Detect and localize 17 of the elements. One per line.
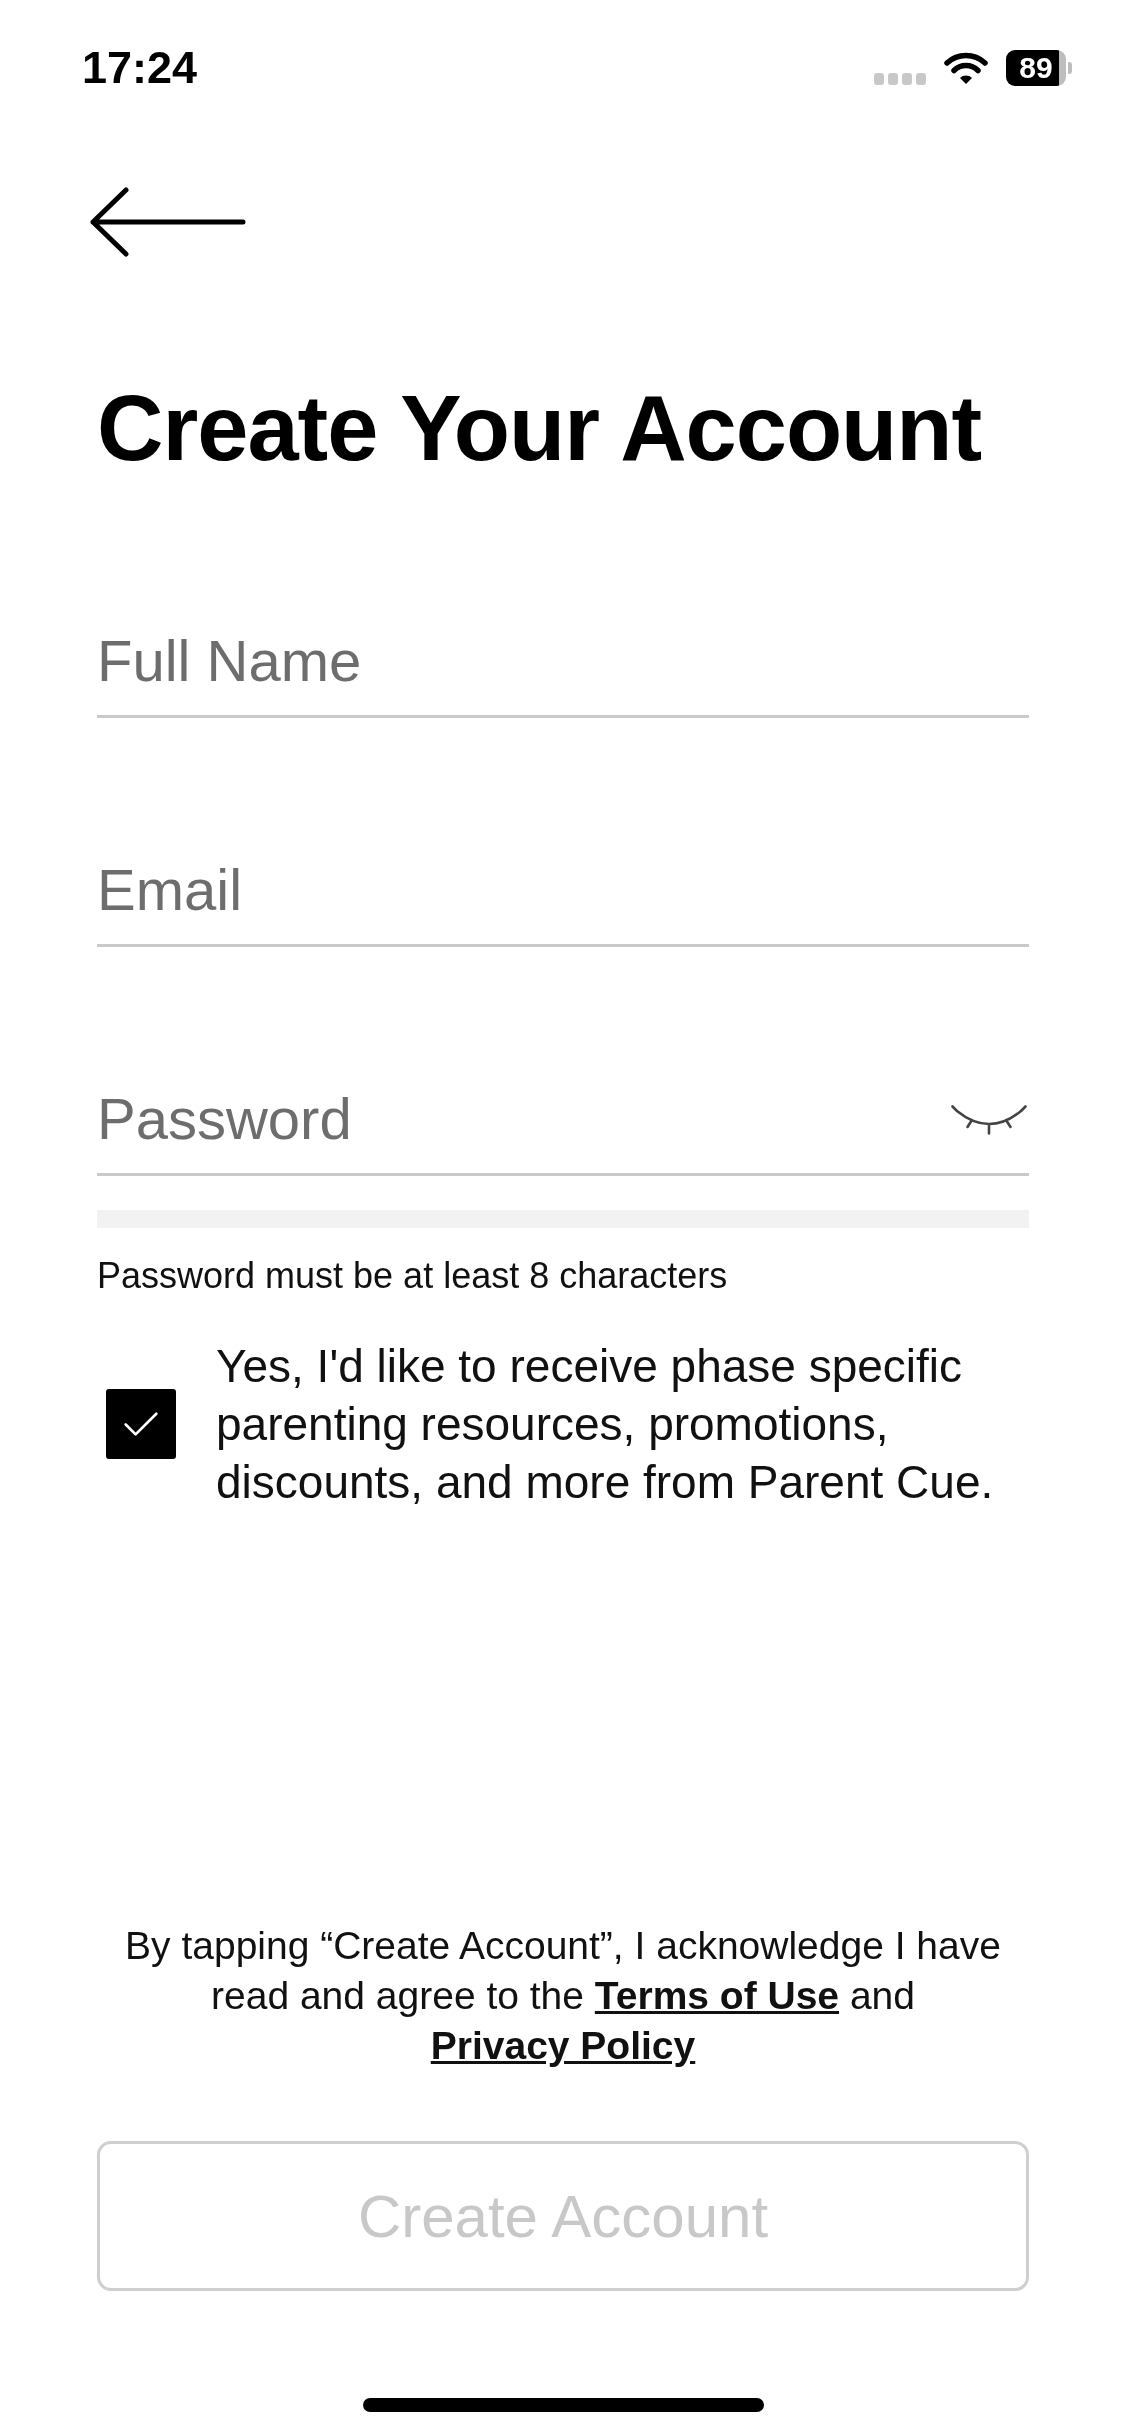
password-field[interactable]: Password xyxy=(97,1063,1029,1176)
full-name-field[interactable]: Full Name xyxy=(97,605,1029,718)
wifi-icon xyxy=(944,51,988,85)
consent-label: Yes, I'd like to receive phase specific parenting resources, promotions, discounts, and more from Parent Cue. xyxy=(216,1339,995,1510)
email-field[interactable]: Email xyxy=(97,834,1029,947)
closed-eye-icon[interactable] xyxy=(951,1105,1027,1135)
cellular-signal-icon xyxy=(874,73,926,85)
legal-text: By tapping “Create Account”, I acknowledge I have read and agree to the Terms of Use and Privacy Policy xyxy=(124,1923,1002,2069)
password-hint: Password must be at least 8 characters xyxy=(97,1254,729,1298)
back-arrow-icon[interactable] xyxy=(88,187,248,257)
page-title: Create Your Account xyxy=(97,378,983,479)
checkmark-icon xyxy=(123,1410,159,1438)
checkbox[interactable] xyxy=(106,1389,176,1459)
privacy-link[interactable]: Privacy Policy xyxy=(430,2024,696,2067)
terms-link[interactable]: Terms of Use xyxy=(594,1974,840,2017)
battery-indicator: 89 xyxy=(1006,50,1072,86)
status-time: 17:24 xyxy=(82,42,198,94)
